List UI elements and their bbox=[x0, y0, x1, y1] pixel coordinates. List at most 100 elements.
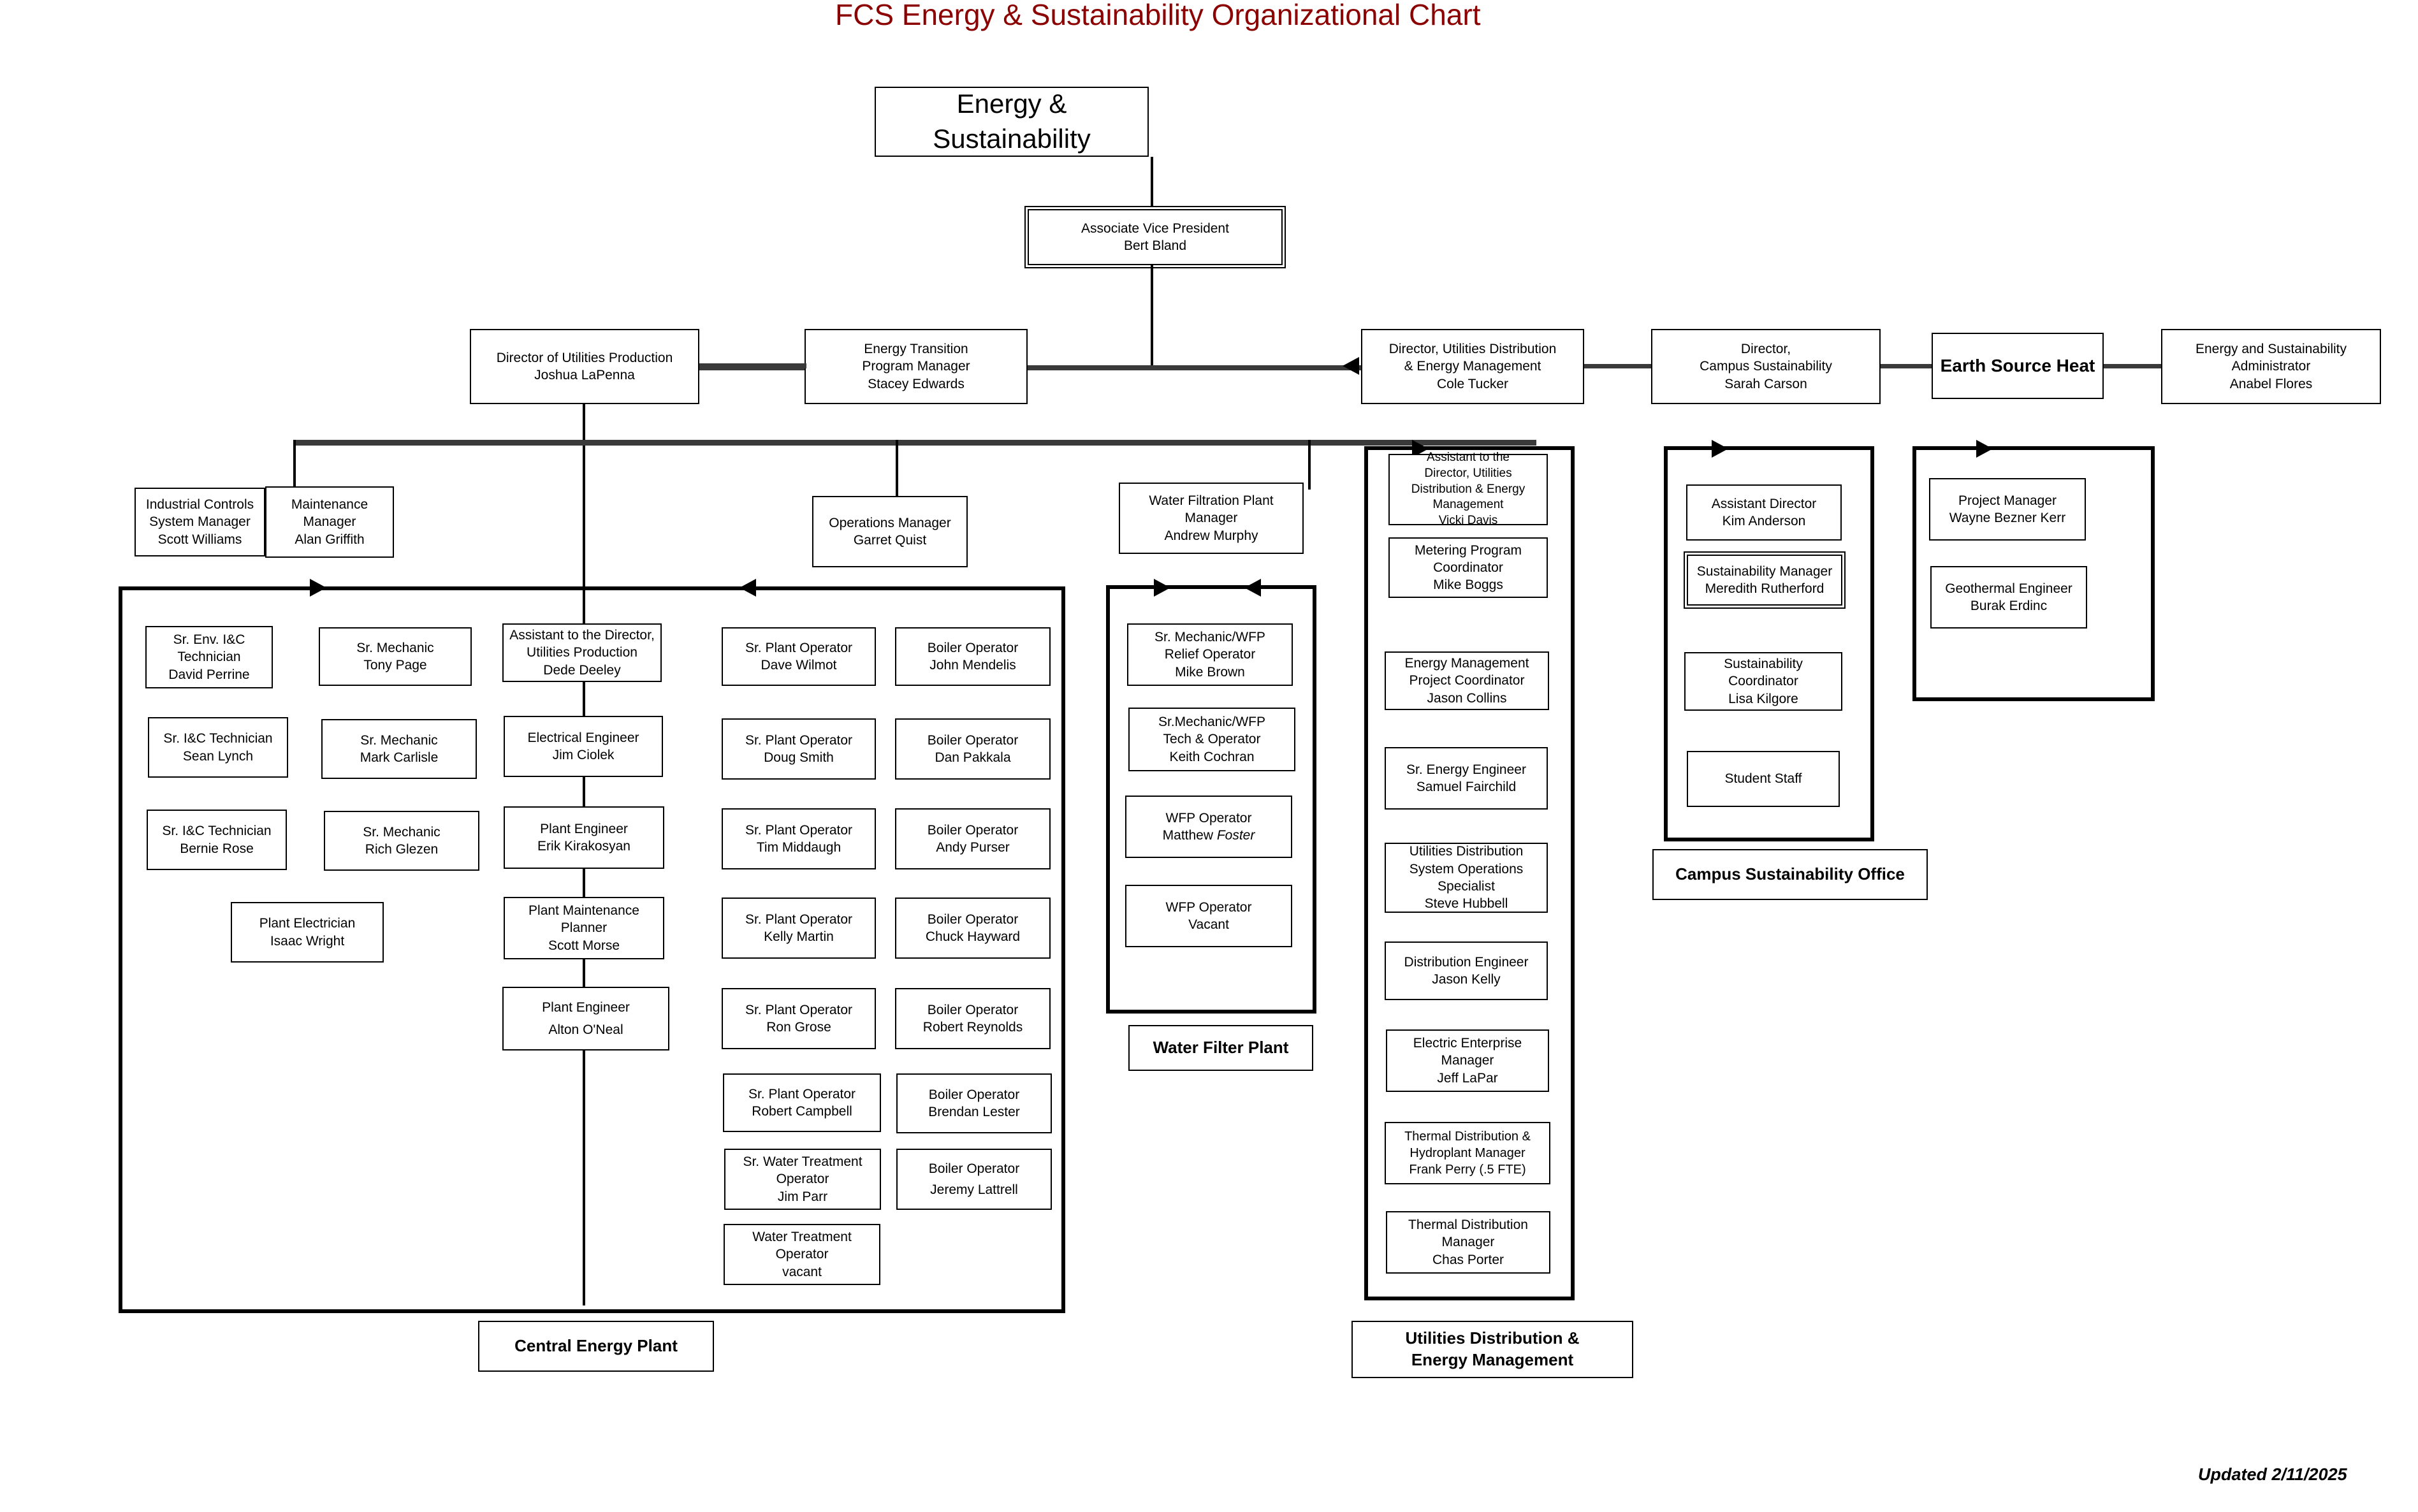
arrow-cep-left-in bbox=[310, 579, 326, 597]
energy-transition-pm-box: Energy Transition Program Manager Stacey… bbox=[805, 329, 1028, 404]
list-item-po-4: Sr. Plant Operator Ron Grose bbox=[722, 988, 876, 1049]
cs2-name: Lisa Kilgore bbox=[1728, 691, 1798, 706]
ud7-line1: Thermal Distribution & bbox=[1404, 1130, 1531, 1144]
dir-up-title: Director of Utilities Production bbox=[496, 350, 673, 365]
plant-electrician-box: Plant Electrician Isaac Wright bbox=[231, 902, 384, 963]
list-item-esh-1: Geothermal Engineer Burak Erdinc bbox=[1930, 566, 2087, 629]
etpm-line2: Program Manager bbox=[862, 359, 970, 374]
ud2-name: Jason Collins bbox=[1427, 690, 1507, 706]
list-item-po-2: Sr. Plant Operator Tim Middaugh bbox=[722, 808, 876, 869]
admin-name: Anabel Flores bbox=[2229, 376, 2313, 391]
list-item-bo-2: Boiler Operator Andy Purser bbox=[895, 808, 1051, 869]
bo0-name: John Mendelis bbox=[929, 658, 1016, 672]
list-item-mech-1: Sr. Mechanic Mark Carlisle bbox=[321, 719, 477, 779]
bo4-line1: Boiler Operator bbox=[927, 1002, 1019, 1017]
esh1-line1: Geothermal Engineer bbox=[1945, 581, 2072, 596]
etpm-line1: Energy Transition bbox=[864, 342, 968, 357]
cs1-line1: Sustainability Manager bbox=[1696, 563, 1833, 579]
eng2-line1: Plant Engineer bbox=[540, 821, 628, 836]
bo2-name: Andy Purser bbox=[936, 840, 1010, 855]
avp-box: Associate Vice President Bert Bland bbox=[1028, 209, 1283, 265]
ud4-line1: Utilities Distribution bbox=[1409, 844, 1524, 859]
water-filtration-plant-manager-box: Water Filtration Plant Manager Andrew Mu… bbox=[1119, 483, 1304, 554]
mm-line2: Manager bbox=[303, 514, 356, 530]
bo0-line1: Boiler Operator bbox=[927, 640, 1019, 655]
list-item-ud-5: Distribution Engineer Jason Kelly bbox=[1385, 941, 1548, 1000]
wfpm-name: Andrew Murphy bbox=[1164, 528, 1258, 543]
ud0-line2: Director, Utilities bbox=[1424, 466, 1512, 480]
list-item-ud-1: Metering Program Coordinator Mike Boggs bbox=[1388, 537, 1548, 598]
cs0-name: Kim Anderson bbox=[1722, 514, 1806, 528]
ud8-line2: Manager bbox=[1441, 1235, 1495, 1250]
mech2-name: Rich Glezen bbox=[365, 842, 439, 857]
ud6-name: Jeff LaPar bbox=[1437, 1070, 1498, 1086]
po1-name: Doug Smith bbox=[764, 750, 834, 765]
connector-avp-down bbox=[1151, 265, 1153, 367]
list-item-ud-3: Sr. Energy Engineer Samuel Fairchild bbox=[1385, 747, 1548, 810]
ud0-line1: Assistant to the bbox=[1427, 451, 1510, 465]
ud5-line1: Distribution Engineer bbox=[1404, 954, 1529, 970]
list-item-eng-3: Plant Maintenance Planner Scott Morse bbox=[504, 897, 664, 959]
avp-title: Associate Vice President bbox=[1081, 221, 1229, 236]
icm-line1: Industrial Controls bbox=[145, 497, 254, 512]
wfp3-name: Vacant bbox=[1188, 917, 1229, 932]
po3-line1: Sr. Plant Operator bbox=[745, 912, 853, 927]
ud5-name: Jason Kelly bbox=[1432, 972, 1501, 987]
list-item-eng-4: Plant Engineer Alton O'Neal bbox=[502, 987, 669, 1050]
list-item-po-6: Sr. Water Treatment Operator Jim Parr bbox=[724, 1149, 881, 1210]
bo1-name: Dan Pakkala bbox=[935, 750, 1011, 765]
ud1-line2: Coordinator bbox=[1433, 560, 1503, 575]
admin-line2: Administrator bbox=[2231, 359, 2311, 374]
connector-drop-waterfiltration bbox=[1308, 440, 1311, 490]
om-name: Garret Quist bbox=[853, 533, 927, 548]
dir-ud-name: Cole Tucker bbox=[1436, 376, 1509, 391]
wfp2-lastname: Foster bbox=[1216, 828, 1255, 843]
earth-source-heat-box: Earth Source Heat bbox=[1932, 333, 2104, 399]
ud1-name: Mike Boggs bbox=[1433, 578, 1503, 593]
etpm-name: Stacey Edwards bbox=[868, 376, 965, 391]
list-item-cs-1: Sustainability Manager Meredith Rutherfo… bbox=[1687, 555, 1842, 606]
energy-sustainability-administrator-box: Energy and Sustainability Administrator … bbox=[2161, 329, 2381, 404]
bo3-name: Chuck Hayward bbox=[925, 929, 1021, 944]
dir-cs-name: Sarah Carson bbox=[1724, 376, 1807, 391]
bo5-line1: Boiler Operator bbox=[928, 1087, 1020, 1102]
arrow-cs-in bbox=[1712, 440, 1728, 458]
list-item-ic-2: Sr. I&C Technician Bernie Rose bbox=[147, 810, 287, 870]
dir-cs-line1: Director, bbox=[1740, 342, 1791, 357]
wfp1-line2: Tech & Operator bbox=[1163, 732, 1261, 747]
wfp0-name: Mike Brown bbox=[1175, 664, 1245, 680]
wfp3-line1: WFP Operator bbox=[1165, 899, 1252, 915]
bo2-line1: Boiler Operator bbox=[927, 822, 1019, 838]
om-line1: Operations Manager bbox=[829, 515, 951, 530]
list-item-ud-7: Thermal Distribution & Hydroplant Manage… bbox=[1385, 1122, 1550, 1184]
list-item-ud-2: Energy Management Project Coordinator Ja… bbox=[1385, 651, 1549, 710]
wfp2-firstname: Matthew bbox=[1162, 828, 1217, 843]
bo3-line1: Boiler Operator bbox=[927, 912, 1019, 927]
connector-esh-to-admin bbox=[2104, 364, 2161, 368]
list-item-po-0: Sr. Plant Operator Dave Wilmot bbox=[722, 627, 876, 686]
list-item-wfp-2: WFP Operator Matthew Foster bbox=[1125, 796, 1292, 858]
ud8-name: Chas Porter bbox=[1432, 1252, 1504, 1267]
water-filter-plant-label-box: Water Filter Plant bbox=[1128, 1025, 1313, 1071]
list-item-mech-0: Sr. Mechanic Tony Page bbox=[319, 627, 472, 686]
po0-line1: Sr. Plant Operator bbox=[745, 640, 853, 655]
list-item-po-1: Sr. Plant Operator Doug Smith bbox=[722, 718, 876, 780]
ud4-line3: Specialist bbox=[1438, 879, 1495, 894]
page-title: FCS Energy & Sustainability Organization… bbox=[835, 0, 1481, 31]
ud4-line2: System Operations bbox=[1409, 861, 1524, 876]
connector-ud-to-cs bbox=[1584, 364, 1651, 368]
po5-name: Robert Campbell bbox=[752, 1104, 852, 1119]
po4-line1: Sr. Plant Operator bbox=[745, 1002, 853, 1017]
arrow-esh-in bbox=[1976, 440, 1993, 458]
ud3-line1: Sr. Energy Engineer bbox=[1406, 762, 1526, 777]
list-item-mech-2: Sr. Mechanic Rich Glezen bbox=[324, 811, 479, 871]
campus-sustainability-office-label-box: Campus Sustainability Office bbox=[1652, 849, 1928, 900]
po6-line1: Sr. Water Treatment bbox=[743, 1154, 863, 1170]
wfp2-line1: WFP Operator bbox=[1165, 810, 1252, 825]
cs0-line1: Assistant Director bbox=[1711, 496, 1817, 511]
arrow-wfp-in-right bbox=[1244, 579, 1261, 597]
wfp0-line2: Relief Operator bbox=[1164, 647, 1256, 662]
avp-name: Bert Bland bbox=[1123, 238, 1187, 253]
connector-up-to-etpm bbox=[699, 363, 806, 368]
wfpm-line2: Manager bbox=[1184, 511, 1238, 526]
